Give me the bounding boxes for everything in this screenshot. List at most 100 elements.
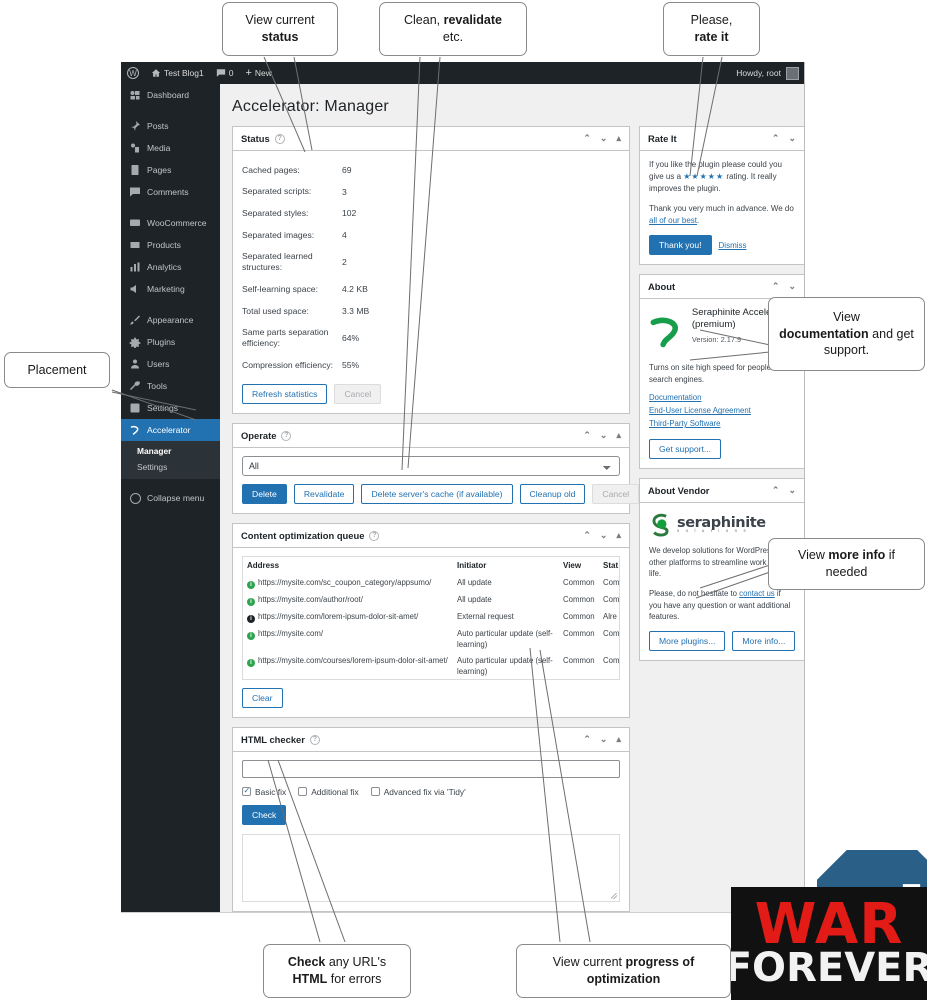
site-name-menu[interactable]: Test Blog1 (145, 62, 210, 84)
sidebar-item-settings[interactable]: Settings (121, 397, 220, 419)
table-row[interactable]: i https://mysite.com/sc_coupon_category/a… (243, 575, 619, 592)
submenu-item-settings[interactable]: Settings (121, 459, 220, 475)
delete-button[interactable]: Delete (242, 484, 287, 505)
wp-logo-menu[interactable]: W (121, 62, 145, 84)
sidebar-item-pages[interactable]: Pages (121, 159, 220, 181)
get-support-button[interactable]: Get support... (649, 438, 722, 459)
dismiss-link[interactable]: Dismiss (719, 241, 747, 250)
sidebar-item-label: Marketing (147, 283, 185, 294)
panel-tools[interactable]: ⌃ ⌄ ▴ (583, 430, 621, 441)
documentation-link[interactable]: Documentation (649, 392, 795, 405)
sidebar-item-analytics[interactable]: Analytics (121, 256, 220, 278)
checkbox-box[interactable] (370, 787, 380, 797)
more-plugins-button[interactable]: More plugins... (649, 631, 726, 652)
checkbox-basic-fix[interactable]: Basic fix (242, 786, 286, 797)
toggle-panel-icon[interactable]: ▴ (616, 530, 621, 541)
sidebar-item-dashboard[interactable]: Dashboard (121, 84, 220, 106)
cancel-button[interactable]: Cancel (592, 484, 640, 505)
table-row[interactable]: i https://mysite.com/author/root/All upda… (243, 592, 619, 609)
panel-tools[interactable]: ⌃ ⌄ ▴ (583, 530, 621, 541)
sidebar-item-tools[interactable]: Tools (121, 375, 220, 397)
sidebar-item-marketing[interactable]: Marketing (121, 278, 220, 300)
move-down-icon[interactable]: ⌄ (600, 734, 608, 745)
help-icon[interactable]: ? (369, 530, 380, 541)
panel-tools[interactable]: ⌃ ⌄ (772, 485, 796, 496)
table-row[interactable]: i https://mysite.com/courses/lorem-ipsum-… (243, 653, 619, 679)
queue-table-wrapper[interactable]: Address Initiator View Stat i https://mysite… (242, 556, 620, 681)
panel-tools[interactable]: ⌃ ⌄ (772, 133, 796, 144)
comments-menu[interactable]: 0 (210, 62, 240, 84)
move-down-icon[interactable]: ⌄ (788, 485, 796, 496)
help-icon[interactable]: ? (309, 734, 320, 745)
move-up-icon[interactable]: ⌃ (772, 281, 780, 292)
checkbox-additional-fix[interactable]: Additional fix (298, 787, 359, 797)
panel-tools[interactable]: ⌃ ⌄ ▴ (583, 133, 621, 144)
watermark-forever-text: FOREVER (731, 945, 927, 992)
move-up-icon[interactable]: ⌃ (583, 430, 591, 441)
sidebar-item-media[interactable]: Media (121, 137, 220, 159)
vendor-actions: More plugins... More info... (649, 631, 796, 652)
move-down-icon[interactable]: ⌄ (788, 281, 796, 292)
panel-tools[interactable]: ⌃ ⌄ ▴ (583, 734, 621, 745)
contact-us-link[interactable]: contact us (739, 589, 775, 598)
toggle-panel-icon[interactable]: ▴ (616, 430, 621, 441)
account-menu[interactable]: Howdy, root (736, 66, 804, 80)
end-user-license-agreement-link[interactable]: End-User License Agreement (649, 405, 795, 418)
move-down-icon[interactable]: ⌄ (600, 530, 608, 541)
move-up-icon[interactable]: ⌃ (772, 133, 780, 144)
checkbox-advanced-fix-via-tidy[interactable]: Advanced fix via 'Tidy' (370, 787, 466, 797)
move-up-icon[interactable]: ⌃ (583, 530, 591, 541)
checkbox-box[interactable] (242, 786, 251, 797)
settings-icon (129, 402, 141, 414)
more-info-button[interactable]: More info... (732, 631, 796, 652)
move-up-icon[interactable]: ⌃ (583, 734, 591, 745)
toggle-panel-icon[interactable]: ▴ (616, 734, 621, 745)
revalidate-button[interactable]: Revalidate (293, 484, 355, 505)
move-up-icon[interactable]: ⌃ (772, 485, 780, 496)
star-rating[interactable]: ★★★★★ (683, 172, 724, 181)
html-checker-result-textarea[interactable] (242, 833, 620, 902)
sidebar-item-posts[interactable]: Posts (121, 115, 220, 137)
html-checker-url-input[interactable] (242, 760, 620, 779)
move-down-icon[interactable]: ⌄ (600, 133, 608, 144)
panel-tools[interactable]: ⌃ ⌄ (772, 281, 796, 292)
sidebar-item-products[interactable]: Products (121, 234, 220, 256)
cleanup-old-button[interactable]: Cleanup old (519, 484, 586, 505)
sidebar-item-appearance[interactable]: Appearance (121, 309, 220, 331)
third-party-software-link[interactable]: Third-Party Software (649, 418, 795, 431)
status-cancel-button[interactable]: Cancel (334, 384, 382, 405)
move-down-icon[interactable]: ⌄ (600, 430, 608, 441)
callout-text: any URL's (328, 955, 387, 970)
page-icon (129, 164, 141, 176)
checkbox-box[interactable] (298, 787, 308, 797)
all-of-our-best-link[interactable]: all of our best (649, 216, 697, 225)
sidebar-item-plugins[interactable]: Plugins (121, 331, 220, 353)
move-down-icon[interactable]: ⌄ (788, 133, 796, 144)
status-row: Separated styles: 102 (242, 202, 620, 224)
thank-you-button[interactable]: Thank you! (649, 235, 712, 255)
admin-sidebar-menu[interactable]: Dashboard Posts Media Pages Comments WooComme… (121, 84, 220, 912)
side-column: Rate It ⌃ ⌄ If you like the plugin pleas… (639, 126, 804, 912)
queue-address-text: https://mysite.com/author/root/ (258, 595, 363, 605)
clear-queue-button[interactable]: Clear (242, 688, 283, 709)
sidebar-item-comments[interactable]: Comments (121, 181, 220, 203)
sidebar-item-accelerator[interactable]: Accelerator (121, 419, 220, 441)
table-row[interactable]: i https://mysite.com/Auto particular upda… (243, 626, 619, 653)
refresh-statistics-button[interactable]: Refresh statistics (242, 384, 328, 405)
sidebar-item-woocommerce[interactable]: WooCommerce (121, 212, 220, 234)
move-up-icon[interactable]: ⌃ (583, 133, 591, 144)
new-content-menu[interactable]: + New (239, 62, 277, 84)
operate-scope-select[interactable]: All (242, 456, 620, 477)
help-icon[interactable]: ? (281, 430, 292, 441)
check-button[interactable]: Check (242, 804, 287, 825)
about-header: About ⌃ ⌄ (640, 275, 804, 299)
about-links[interactable]: Documentation End-User License Agreement T… (649, 392, 795, 431)
accelerator-submenu[interactable]: Manager Settings (121, 441, 220, 479)
delete-server-s-cache-if-available-button[interactable]: Delete server's cache (if available) (361, 484, 513, 505)
collapse-menu-button[interactable]: Collapse menu (121, 487, 220, 509)
toggle-panel-icon[interactable]: ▴ (616, 133, 621, 144)
table-row[interactable]: i https://mysite.com/lorem-ipsum-dolor-si… (243, 609, 619, 626)
submenu-item-manager[interactable]: Manager (121, 443, 220, 459)
sidebar-item-users[interactable]: Users (121, 353, 220, 375)
help-icon[interactable]: ? (274, 133, 285, 144)
